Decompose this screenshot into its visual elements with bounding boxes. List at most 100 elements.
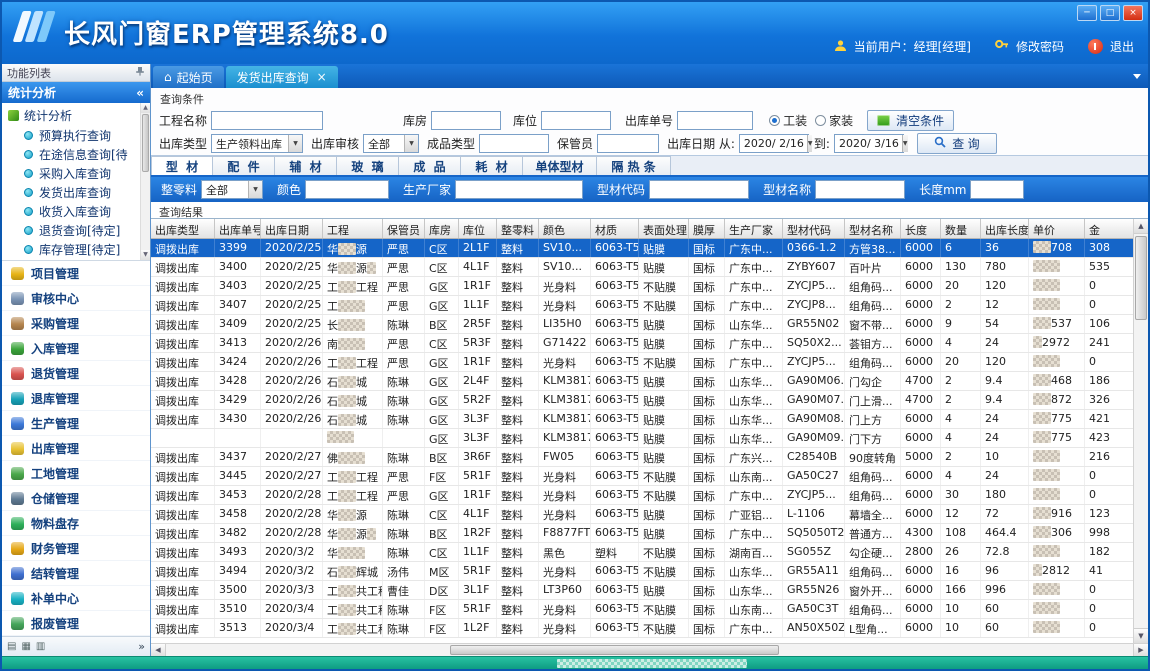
table-row[interactable]: 调拨出库34452020/2/27工工程严思F区5R1F整料光身料6063-T5… xyxy=(151,467,1133,486)
column-header[interactable]: 库房 xyxy=(425,219,459,238)
radio-home-decoration[interactable]: 家装 xyxy=(815,112,853,129)
tab-home-page[interactable]: ⌂起始页 xyxy=(153,66,224,88)
column-header[interactable]: 膜厚 xyxy=(689,219,725,238)
radio-work-clothing[interactable]: 工装 xyxy=(769,112,807,129)
column-header[interactable]: 材质 xyxy=(591,219,639,238)
table-row[interactable]: 调拨出库34092020/2/25长陈琳B区2R5F整料LI35H06063-T… xyxy=(151,315,1133,334)
column-header[interactable]: 型材代码 xyxy=(783,219,845,238)
list-view-icon[interactable]: ▤ xyxy=(7,641,16,652)
tree-item[interactable]: 库存管理[待定] xyxy=(2,240,150,259)
material-tab[interactable]: 配 件 xyxy=(213,156,275,175)
material-tab[interactable]: 单体型材 xyxy=(523,156,597,175)
order-no-input[interactable] xyxy=(677,111,753,130)
column-header[interactable]: 颜色 xyxy=(539,219,591,238)
length-input[interactable] xyxy=(970,180,1024,199)
profile-code-input[interactable] xyxy=(649,180,749,199)
panel-view-icon[interactable]: ▥ xyxy=(36,641,45,652)
date-to-picker[interactable]: 2020/ 3/16▼ xyxy=(834,134,904,153)
table-row[interactable]: 调拨出库34282020/2/26石城陈琳G区2L4F整料KLM38176063… xyxy=(151,372,1133,391)
change-password-link[interactable]: 修改密码 xyxy=(1016,38,1064,55)
tab-close-icon[interactable]: × xyxy=(317,70,327,84)
material-tab[interactable]: 隔 热 条 xyxy=(597,156,671,175)
column-header[interactable]: 表面处理 xyxy=(639,219,689,238)
color-input[interactable] xyxy=(305,180,389,199)
manufacturer-input[interactable] xyxy=(455,180,583,199)
grid-horizontal-scrollbar[interactable]: ◀ ▶ xyxy=(151,643,1148,656)
tree-root[interactable]: 统计分析 xyxy=(2,106,150,126)
tree-item[interactable]: 发货出库查询 xyxy=(2,183,150,202)
more-panels-icon[interactable]: » xyxy=(138,640,145,653)
scroll-left-icon[interactable]: ◀ xyxy=(151,644,166,656)
table-row[interactable]: 调拨出库34372020/2/27佛陈琳B区3R6F整料FW056063-T5贴… xyxy=(151,448,1133,467)
table-row[interactable]: 调拨出库34292020/2/26石城陈琳G区5R2F整料KLM38176063… xyxy=(151,391,1133,410)
column-header[interactable]: 金 xyxy=(1085,219,1133,238)
clear-conditions-button[interactable]: 清空条件 xyxy=(867,110,954,131)
query-button[interactable]: 查 询 xyxy=(917,133,997,154)
grid-vertical-scrollbar[interactable]: ▲ ▼ xyxy=(1133,219,1148,643)
table-row[interactable]: 调拨出库34132020/2/26南严思C区5R3F整料G714226063-T… xyxy=(151,334,1133,353)
project-name-input[interactable] xyxy=(211,111,323,130)
pin-icon[interactable] xyxy=(135,66,145,79)
close-button[interactable]: × xyxy=(1123,5,1143,21)
tree-item[interactable]: 在途信息查询[待 xyxy=(2,145,150,164)
sidebar-menu-item[interactable]: 物料盘存 xyxy=(2,511,150,536)
column-header[interactable]: 出库单号 xyxy=(215,219,261,238)
sidebar-menu-item[interactable]: 报废管理 xyxy=(2,611,150,636)
column-header[interactable]: 整零料 xyxy=(497,219,539,238)
tree-item[interactable]: 收货入库查询 xyxy=(2,202,150,221)
scroll-down-icon[interactable]: ▼ xyxy=(141,250,150,260)
sidebar-menu-item[interactable]: 出库管理 xyxy=(2,436,150,461)
warehouse-input[interactable] xyxy=(431,111,501,130)
sidebar-menu-item[interactable]: 入库管理 xyxy=(2,336,150,361)
material-tab[interactable]: 成 品 xyxy=(399,156,461,175)
table-row[interactable]: 调拨出库33992020/2/25华源严思C区2L1F整料SV10...6063… xyxy=(151,239,1133,258)
logout-link[interactable]: 退出 xyxy=(1110,38,1134,55)
sidebar-menu-item[interactable]: 仓储管理 xyxy=(2,486,150,511)
slot-input[interactable] xyxy=(541,111,611,130)
sidebar-menu-item[interactable]: 审核中心 xyxy=(2,286,150,311)
table-row[interactable]: 调拨出库35132020/3/4工共工程陈琳F区1L2F整料光身料6063-T5… xyxy=(151,619,1133,638)
keeper-input[interactable] xyxy=(597,134,659,153)
material-tab[interactable]: 玻 璃 xyxy=(337,156,399,175)
column-header[interactable]: 库位 xyxy=(459,219,497,238)
sidebar-section-header[interactable]: 统计分析 « xyxy=(2,82,150,103)
collapse-icon[interactable]: « xyxy=(136,86,144,100)
column-header[interactable]: 工程 xyxy=(323,219,383,238)
table-row[interactable]: 调拨出库34582020/2/28华源陈琳C区4L1F整料光身料6063-T5贴… xyxy=(151,505,1133,524)
column-header[interactable]: 数量 xyxy=(941,219,981,238)
tree-item[interactable]: 退货查询[待定] xyxy=(2,221,150,240)
sidebar-menu-item[interactable]: 财务管理 xyxy=(2,536,150,561)
column-header[interactable]: 出库日期 xyxy=(261,219,323,238)
sidebar-menu-item[interactable]: 项目管理 xyxy=(2,261,150,286)
horizontal-scrollbar-thumb[interactable] xyxy=(450,645,779,655)
table-row[interactable]: 调拨出库34072020/2/25工严思G区1L1F整料光身料6063-T5不贴… xyxy=(151,296,1133,315)
table-row[interactable]: 调拨出库34002020/2/25华源严思C区4L1F整料SV10...6063… xyxy=(151,258,1133,277)
tree-scrollbar-thumb[interactable] xyxy=(142,114,149,172)
scroll-up-icon[interactable]: ▲ xyxy=(1134,219,1148,234)
column-header[interactable]: 单价 xyxy=(1029,219,1085,238)
material-tab[interactable]: 耗 材 xyxy=(461,156,523,175)
table-row[interactable]: 调拨出库35002020/3/3工共工程曹佳D区3L1F整料LT3P606063… xyxy=(151,581,1133,600)
scroll-right-icon[interactable]: ▶ xyxy=(1133,644,1148,656)
sidebar-menu-item[interactable]: 退库管理 xyxy=(2,386,150,411)
maximize-button[interactable]: □ xyxy=(1100,5,1120,21)
table-row[interactable]: 调拨出库34242020/2/26工工程严思G区1R1F整料光身料6063-T5… xyxy=(151,353,1133,372)
material-tab[interactable]: 型 材 xyxy=(151,156,213,175)
material-tab[interactable]: 辅 材 xyxy=(275,156,337,175)
table-row[interactable]: 调拨出库34032020/2/25工工程严思G区1R1F整料光身料6063-T5… xyxy=(151,277,1133,296)
sidebar-menu-item[interactable]: 补单中心 xyxy=(2,586,150,611)
column-header[interactable]: 出库类型 xyxy=(151,219,215,238)
sidebar-menu-item[interactable]: 采购管理 xyxy=(2,311,150,336)
sidebar-menu-item[interactable]: 结转管理 xyxy=(2,561,150,586)
tree-item[interactable]: 采购入库查询 xyxy=(2,164,150,183)
vertical-scrollbar-thumb[interactable] xyxy=(1135,236,1147,320)
date-from-picker[interactable]: 2020/ 2/16▼ xyxy=(739,134,809,153)
table-row[interactable]: 调拨出库34932020/3/2华陈琳C区1L1F整料黑色塑料不贴膜国标湖南百.… xyxy=(151,543,1133,562)
audit-select[interactable]: 全部▼ xyxy=(363,134,419,153)
profile-name-input[interactable] xyxy=(815,180,905,199)
column-header[interactable]: 保管员 xyxy=(383,219,425,238)
sidebar-menu-item[interactable]: 生产管理 xyxy=(2,411,150,436)
table-row[interactable]: 调拨出库35102020/3/4工共工程陈琳F区5R1F整料光身料6063-T5… xyxy=(151,600,1133,619)
table-row[interactable]: 调拨出库34942020/3/2石辉城汤伟M区5R1F整料光身料6063-T5不… xyxy=(151,562,1133,581)
scroll-down-icon[interactable]: ▼ xyxy=(1134,628,1148,643)
